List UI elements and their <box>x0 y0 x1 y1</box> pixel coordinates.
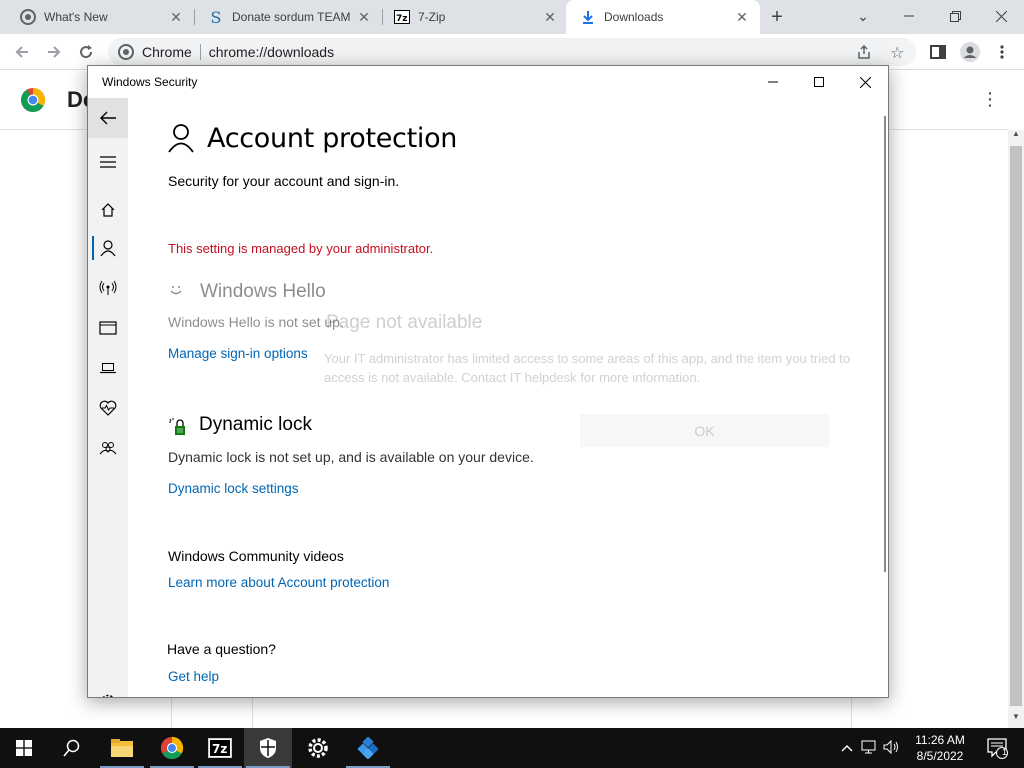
chrome-icon <box>20 9 36 25</box>
clock-date: 8/5/2022 <box>916 749 964 763</box>
minimize-icon[interactable] <box>750 66 796 98</box>
device-security-icon[interactable] <box>88 348 128 388</box>
address-bar[interactable]: Chrome chrome://downloads ☆ <box>108 38 916 66</box>
settings-gear-icon[interactable] <box>88 682 128 697</box>
scrollbar-thumb[interactable] <box>1010 146 1022 706</box>
notification-count: 1 <box>1002 747 1008 757</box>
app-taskbar-icon[interactable] <box>344 728 392 768</box>
forward-icon[interactable] <box>42 40 66 64</box>
tab-title: Donate sordum TEAM <box>232 10 351 24</box>
windows-security-taskbar-icon[interactable] <box>244 728 292 768</box>
minimize-icon[interactable] <box>886 0 932 32</box>
side-panel-icon[interactable] <box>926 40 950 64</box>
hamburger-menu-icon[interactable] <box>88 142 128 182</box>
share-icon[interactable] <box>856 44 872 63</box>
close-icon[interactable] <box>842 66 888 98</box>
svg-text:7z: 7z <box>396 14 408 24</box>
account-person-icon <box>168 123 194 153</box>
start-button-icon[interactable] <box>0 728 48 768</box>
browser-tab-strip: What's New ✕ S Donate sordum TEAM ✕ 7z 7… <box>0 0 1024 34</box>
window-title: Windows Security <box>102 75 198 89</box>
network-icon[interactable] <box>858 740 880 757</box>
tab-search-icon[interactable]: ⌄ <box>840 0 886 32</box>
home-icon[interactable] <box>88 190 128 230</box>
tab-donate-sordum[interactable]: S Donate sordum TEAM ✕ <box>188 0 382 34</box>
sordum-icon: S <box>210 7 222 27</box>
tab-title: Downloads <box>604 10 664 24</box>
device-health-icon[interactable] <box>88 388 128 428</box>
tab-downloads[interactable]: Downloads ✕ <box>566 0 760 34</box>
chrome-logo-icon <box>20 87 46 113</box>
page-subtitle: Security for your account and sign-in. <box>168 173 400 189</box>
page-title: Account protection <box>207 123 458 154</box>
windows-hello-icon <box>168 282 184 298</box>
tab-whats-new[interactable]: What's New ✕ <box>0 0 194 34</box>
ok-button[interactable]: OK <box>580 414 829 447</box>
learn-more-link[interactable]: Learn more about Account protection <box>168 575 389 590</box>
chrome-taskbar-icon[interactable] <box>148 728 196 768</box>
security-nav <box>88 98 128 697</box>
dialog-title: Page not available <box>326 312 483 333</box>
maximize-icon[interactable] <box>796 66 842 98</box>
get-help-link[interactable]: Get help <box>168 669 219 684</box>
firewall-network-icon[interactable] <box>88 268 128 308</box>
bookmark-star-icon[interactable]: ☆ <box>890 43 904 63</box>
scroll-down-icon[interactable]: ▼ <box>1010 712 1022 724</box>
close-window-icon[interactable] <box>978 0 1024 32</box>
account-icon[interactable] <box>88 228 128 268</box>
tab-7zip[interactable]: 7z 7-Zip ✕ <box>374 0 568 34</box>
windows-security-window: Windows Security Account protection Secu… <box>87 65 889 698</box>
dynamic-lock-icon <box>168 417 188 437</box>
windows-taskbar: 7z 11:26 AM 8/5/2022 1 <box>0 728 1024 768</box>
divider <box>199 44 201 60</box>
chrome-menu-icon[interactable] <box>990 40 1014 64</box>
admin-warning: This setting is managed by your administ… <box>168 241 434 256</box>
svg-text:7z: 7z <box>212 742 227 756</box>
url-text: chrome://downloads <box>208 44 335 60</box>
clock-time: 11:26 AM <box>915 733 965 747</box>
scroll-up-icon[interactable]: ▲ <box>1010 129 1022 141</box>
close-tab-icon[interactable]: ✕ <box>734 9 750 25</box>
app-browser-control-icon[interactable] <box>88 308 128 348</box>
close-tab-icon[interactable]: ✕ <box>168 9 184 25</box>
question-title: Have a question? <box>167 641 276 657</box>
windows-hello-title: Windows Hello <box>200 281 326 302</box>
notification-center-icon[interactable]: 1 <box>978 728 1016 768</box>
chrome-icon <box>118 44 134 60</box>
profile-avatar-icon[interactable] <box>958 40 982 64</box>
7zip-icon: 7z <box>394 9 410 25</box>
page-not-available-dialog: Page not available Your IT administrator… <box>208 304 850 514</box>
settings-taskbar-icon[interactable] <box>294 728 342 768</box>
back-icon[interactable] <box>10 40 34 64</box>
7zip-taskbar-icon[interactable]: 7z <box>196 728 244 768</box>
download-icon <box>580 9 596 25</box>
tab-title: What's New <box>44 10 108 24</box>
community-videos-title: Windows Community videos <box>168 548 344 564</box>
back-arrow-icon[interactable] <box>88 98 128 138</box>
family-options-icon[interactable] <box>88 428 128 468</box>
reload-icon[interactable] <box>74 40 98 64</box>
search-icon[interactable] <box>48 728 96 768</box>
file-explorer-icon[interactable] <box>98 728 146 768</box>
content-scrollbar[interactable] <box>884 116 886 572</box>
volume-icon[interactable] <box>880 739 904 757</box>
site-label: Chrome <box>142 44 192 60</box>
close-tab-icon[interactable]: ✕ <box>356 9 372 25</box>
new-tab-button[interactable]: + <box>766 6 788 28</box>
system-tray <box>836 728 904 768</box>
close-tab-icon[interactable]: ✕ <box>542 9 558 25</box>
tab-title: 7-Zip <box>418 10 446 24</box>
taskbar-clock[interactable]: 11:26 AM 8/5/2022 <box>905 732 975 764</box>
restore-icon[interactable] <box>932 0 978 32</box>
chevron-up-icon[interactable] <box>836 741 858 755</box>
dialog-body: Your IT administrator has limited access… <box>324 351 851 385</box>
more-options-icon[interactable]: ⋮ <box>980 89 1000 110</box>
